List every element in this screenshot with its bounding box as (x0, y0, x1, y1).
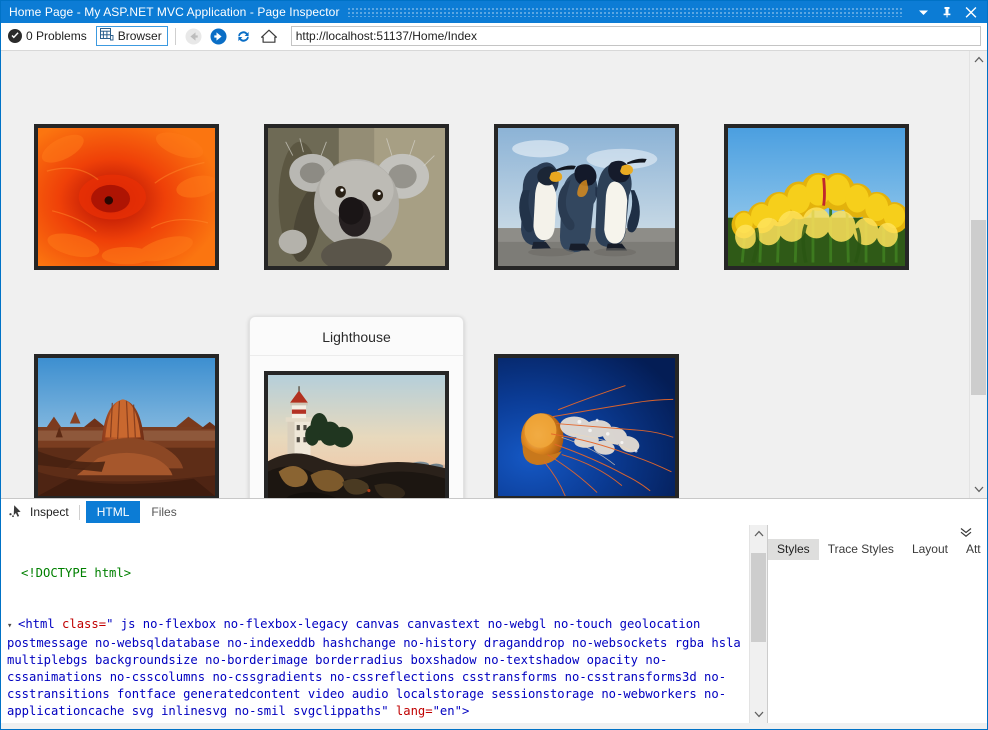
expander-expanded-icon[interactable]: ▾ (7, 618, 18, 635)
viewport-scrollbar-track[interactable] (970, 68, 987, 481)
address-value: http://localhost:51137/Home/Index (296, 29, 477, 43)
browser-viewport-area: Lighthouse (1, 50, 987, 498)
dom-tree-code[interactable]: <!DOCTYPE html> ▾<html class=" js no-fle… (1, 525, 749, 723)
photo-gallery: Lighthouse (1, 51, 969, 498)
forward-arrow-icon[interactable] (208, 26, 230, 46)
double-chevron-down-icon[interactable] (768, 525, 987, 539)
status-strip (1, 723, 987, 729)
gallery-item-desert[interactable] (34, 354, 219, 498)
tab-trace-styles[interactable]: Trace Styles (819, 539, 903, 560)
photo-lighthouse (264, 371, 449, 498)
tab-styles[interactable]: Styles (768, 539, 819, 560)
photo-penguins (494, 124, 679, 270)
title-bar-grip (348, 8, 903, 17)
styles-pane: Styles Trace Styles Layout Att (768, 525, 987, 723)
title-bar: Home Page - My ASP.NET MVC Application -… (1, 1, 987, 23)
gallery-item-koala[interactable] (264, 124, 449, 270)
back-arrow-icon[interactable] (183, 26, 205, 46)
gallery-item-tulips[interactable] (724, 124, 909, 270)
toolbar-divider (175, 28, 176, 45)
scrollbar-up-arrow-icon[interactable] (970, 51, 987, 68)
gallery-item-penguins[interactable] (494, 124, 679, 270)
page-inspector-window: Home Page - My ASP.NET MVC Application -… (0, 0, 988, 730)
dom-line-doctype: <!DOCTYPE html> (7, 565, 745, 582)
refresh-icon[interactable] (233, 26, 255, 46)
browser-window-icon (100, 28, 114, 44)
photo-desert (34, 354, 219, 498)
close-icon[interactable] (959, 2, 983, 22)
viewport-scrollbar-thumb[interactable] (971, 220, 986, 395)
browser-selector-button[interactable]: Browser (96, 26, 168, 46)
inspector-panes: <!DOCTYPE html> ▾<html class=" js no-fle… (1, 525, 987, 723)
styles-content (768, 560, 987, 723)
photo-koala (264, 124, 449, 270)
gallery-item-chrysanthemum[interactable] (34, 124, 219, 270)
problems-label: 0 Problems (26, 29, 87, 43)
check-circle-icon (8, 29, 22, 43)
dom-scrollbar-down-arrow-icon[interactable] (750, 706, 767, 723)
photo-jellyfish (494, 354, 679, 498)
problems-button[interactable]: 0 Problems (6, 27, 92, 45)
gallery-item-lighthouse[interactable]: Lighthouse (249, 316, 464, 498)
viewport-scrollbar[interactable] (969, 51, 987, 498)
rendered-page[interactable]: Lighthouse (1, 51, 969, 498)
dom-scrollbar[interactable] (749, 525, 767, 723)
dom-line-html: ▾<html class=" js no-flexbox no-flexbox-… (7, 616, 745, 720)
photo-tulips (724, 124, 909, 270)
inspect-button[interactable]: Inspect (7, 504, 77, 521)
gallery-item-title: Lighthouse (250, 317, 463, 356)
window-title: Home Page - My ASP.NET MVC Application -… (9, 5, 340, 19)
tab-files[interactable]: Files (140, 501, 187, 523)
gallery-item-jellyfish[interactable] (494, 354, 679, 498)
dom-scrollbar-thumb[interactable] (751, 553, 766, 642)
scrollbar-down-arrow-icon[interactable] (970, 481, 987, 498)
browser-toolbar: 0 Problems Browser (1, 23, 987, 50)
inspect-label: Inspect (30, 505, 69, 519)
browser-label: Browser (118, 29, 162, 43)
tab-html[interactable]: HTML (86, 501, 141, 523)
cursor-inspect-icon (9, 504, 25, 521)
inspector-tabbar: Inspect HTML Files (1, 499, 987, 525)
inspector-panel: Inspect HTML Files <!DOCTYPE html> ▾<htm… (1, 498, 987, 729)
styles-tabbar: Styles Trace Styles Layout Att (768, 539, 987, 560)
dom-scrollbar-up-arrow-icon[interactable] (750, 525, 767, 542)
photo-chrysanthemum (34, 124, 219, 270)
dom-tree-pane: <!DOCTYPE html> ▾<html class=" js no-fle… (1, 525, 768, 723)
dom-scrollbar-track[interactable] (750, 542, 767, 706)
tab-attributes[interactable]: Att (957, 539, 987, 560)
inspector-tab-divider (79, 505, 80, 520)
chevron-down-icon[interactable] (911, 2, 935, 22)
tab-layout[interactable]: Layout (903, 539, 957, 560)
pin-icon[interactable] (935, 2, 959, 22)
home-icon[interactable] (258, 26, 280, 46)
address-bar[interactable]: http://localhost:51137/Home/Index (291, 26, 981, 46)
